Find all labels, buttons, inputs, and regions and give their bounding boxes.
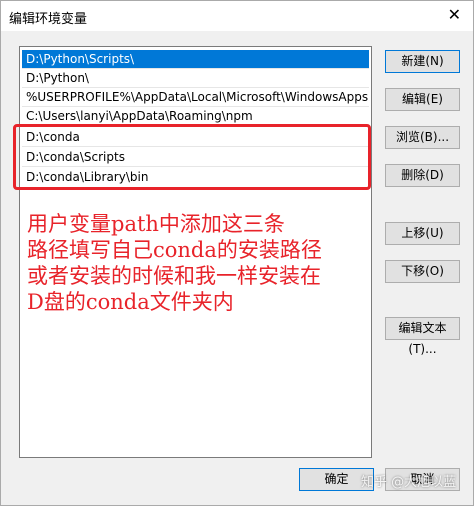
annotation-text: 用户变量path中添加这三条 路径填写自己conda的安装路径 或者安装的时候和… — [27, 211, 377, 315]
delete-button[interactable]: 删除(D) — [385, 164, 460, 187]
list-item-path[interactable]: %USERPROFILE%\AppData\Local\Microsoft\Wi… — [22, 88, 369, 106]
move-down-button[interactable]: 下移(O) — [385, 260, 460, 283]
annotation-line: 用户变量path中添加这三条 — [27, 212, 285, 236]
list-item-path[interactable]: D:\Python\ — [22, 69, 369, 87]
annotation-line: D盘的conda文件夹内 — [27, 290, 234, 314]
edit-button[interactable]: 编辑(E) — [385, 88, 460, 111]
new-button[interactable]: 新建(N) — [385, 50, 460, 73]
annotation-line: 或者安装的时候和我一样安装在 — [27, 264, 321, 288]
edit-text-button[interactable]: 编辑文本(T)... — [385, 317, 460, 356]
edit-env-variable-dialog: 编辑环境变量 ✕ D:\Python\Scripts\ D:\Python\ %… — [0, 0, 474, 506]
list-item-path[interactable]: D:\Python\Scripts\ — [22, 50, 369, 68]
title-bar[interactable]: 编辑环境变量 ✕ — [1, 1, 473, 31]
list-item-path[interactable]: C:\Users\lanyi\AppData\Roaming\npm — [22, 107, 369, 125]
move-up-button[interactable]: 上移(U) — [385, 222, 460, 245]
browse-button[interactable]: 浏览(B)... — [385, 126, 460, 149]
watermark: 知乎 @大旭以蓝 — [361, 475, 457, 490]
annotation-highlight-box — [13, 124, 371, 190]
window-title: 编辑环境变量 — [9, 12, 88, 27]
annotation-line: 路径填写自己conda的安装路径 — [27, 238, 322, 262]
close-icon[interactable]: ✕ — [448, 5, 461, 24]
